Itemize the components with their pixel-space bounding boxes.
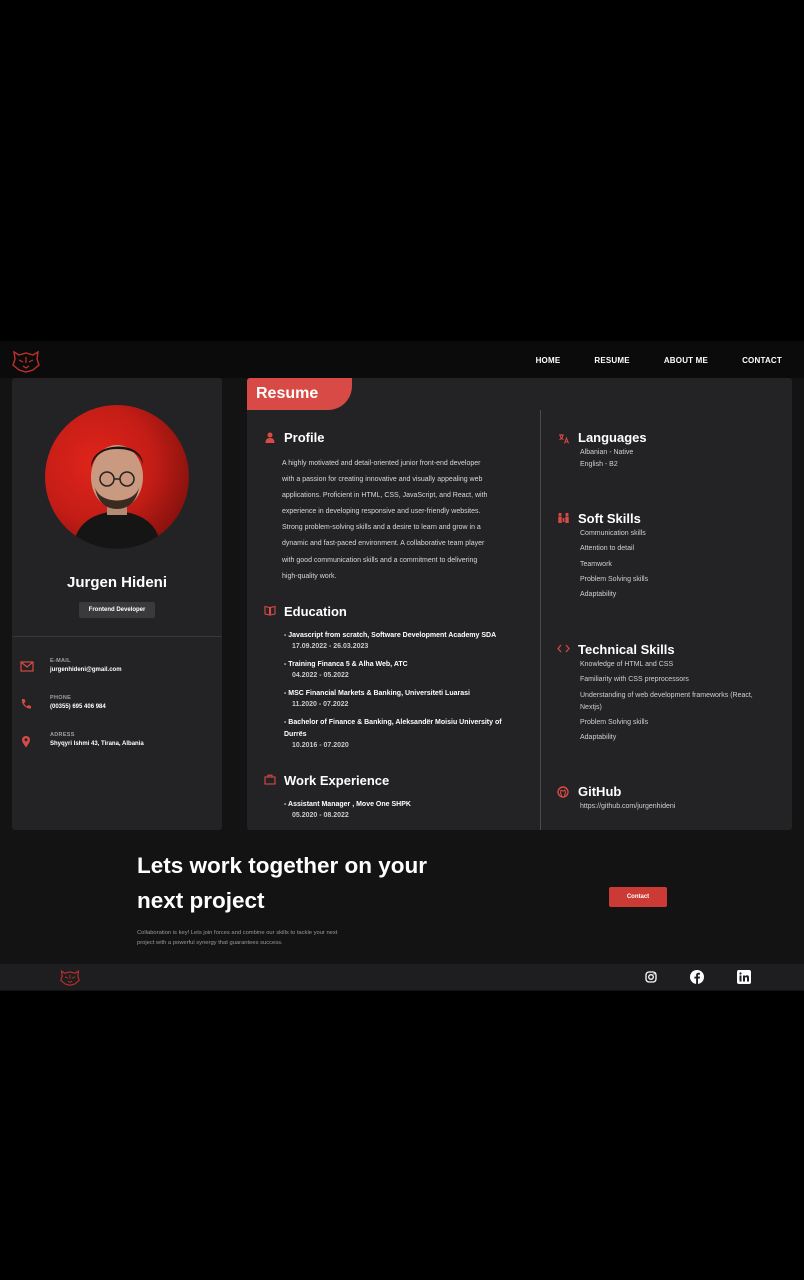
education-item: - Javascript from scratch, Software Deve… <box>284 632 497 639</box>
profile-text: A highly motivated and detail-oriented j… <box>282 456 512 585</box>
profile-line: experience in developing responsive and … <box>282 508 481 516</box>
profile-line: with good communication skills and a com… <box>282 556 478 564</box>
contact-email[interactable]: E-MAIL jurgenhideni@gmail.com <box>20 658 220 678</box>
main-nav: HOME RESUME ABOUT ME CONTACT <box>536 356 782 365</box>
education-date: 10.2016 - 07.2020 <box>292 742 349 749</box>
profile-line: Strong problem-solving skills and a desi… <box>282 524 481 532</box>
soft-skills-title: Soft Skills <box>578 511 641 526</box>
phone-value: (00355) 695 406 984 <box>50 704 106 710</box>
team-icon <box>558 512 569 523</box>
work-date: 05.2020 - 08.2022 <box>292 812 349 819</box>
profile-line: applications. Proficient in HTML, CSS, J… <box>282 492 488 500</box>
location-icon <box>22 736 30 748</box>
soft-skill-item: Adaptability <box>580 591 617 598</box>
education-item: - Bachelor of Finance & Banking, Aleksan… <box>284 719 502 726</box>
contact-phone[interactable]: PHONE (00355) 695 406 984 <box>20 695 220 715</box>
languages-title: Languages <box>578 430 647 445</box>
technical-skill-item: Knowledge of HTML and CSS <box>580 661 674 668</box>
github-link[interactable]: https://github.com/jurgenhideni <box>580 803 675 810</box>
technical-skill-item: Understanding of web development framewo… <box>580 692 753 699</box>
person-photo-icon <box>73 445 161 549</box>
nav-about-me[interactable]: ABOUT ME <box>664 356 708 365</box>
footer <box>0 964 804 990</box>
technical-skill-item: Problem Solving skills <box>580 719 649 726</box>
linkedin-icon[interactable] <box>736 969 752 985</box>
sidebar-divider <box>12 636 222 637</box>
soft-skill-item: Problem Solving skills <box>580 576 649 583</box>
translate-icon <box>559 434 569 444</box>
technical-skill-item-continuation: Nextjs) <box>580 704 602 711</box>
nav-contact[interactable]: CONTACT <box>742 356 782 365</box>
avatar <box>45 405 189 549</box>
code-icon <box>557 644 570 653</box>
work-item: - Assistant Manager , Move One SHPK <box>284 801 411 808</box>
language-item: Albanian - Native <box>580 449 634 456</box>
education-item: - Training Financa 5 & Alha Web, ATC <box>284 661 408 668</box>
cta-title-line: Lets work together on your <box>137 853 428 878</box>
github-icon[interactable] <box>557 786 569 798</box>
education-title: Education <box>284 604 347 619</box>
profile-line: A highly motivated and detail-oriented j… <box>282 460 481 467</box>
top-navbar: HOME RESUME ABOUT ME CONTACT <box>0 341 804 378</box>
phone-label: PHONE <box>50 695 72 701</box>
email-value: jurgenhideni@gmail.com <box>50 667 122 673</box>
profile-line: high-quality work. <box>282 572 337 580</box>
technical-skill-item: Adaptability <box>580 734 617 741</box>
cta-description-line: project with a powerful synergy that gua… <box>137 940 283 946</box>
cta-description-line: Collaboration is key! Lets join forces a… <box>137 930 338 936</box>
profile-line: with a passion for creating innovative a… <box>282 476 483 484</box>
resume-card: Resume Profile A highly motivated and de… <box>247 378 792 830</box>
cta-title: Lets work together on your next project <box>137 848 497 918</box>
profile-name: Jurgen Hideni <box>66 574 167 591</box>
language-item: English - B2 <box>580 461 618 468</box>
technical-skill-item: Familiarity with CSS preprocessors <box>580 676 689 683</box>
github-title: GitHub <box>578 784 622 799</box>
education-date: 17.09.2022 - 26.03.2023 <box>292 643 369 650</box>
nav-home[interactable]: HOME <box>536 356 561 365</box>
mail-icon <box>20 661 34 672</box>
profile-title: Profile <box>284 430 325 445</box>
tiger-logo-icon[interactable] <box>10 349 42 373</box>
address-label: ADRESS <box>50 732 75 738</box>
resume-tab: Resume <box>247 378 352 410</box>
contact-button[interactable]: Contact <box>609 887 667 907</box>
soft-skill-item: Attention to detail <box>580 545 635 552</box>
soft-skill-item: Communication skills <box>580 530 646 537</box>
website: HOME RESUME ABOUT ME CONTACT Jurgen Hide… <box>0 341 804 991</box>
tiger-logo-icon[interactable] <box>58 969 82 986</box>
book-icon <box>264 605 276 616</box>
profile-line: dynamic and fast-paced environment. A co… <box>282 540 485 548</box>
nav-resume[interactable]: RESUME <box>594 356 629 365</box>
cta-description: Collaboration is key! Lets join forces a… <box>137 928 377 948</box>
address-value: Shyqyri Ishmi 43, Tirana, Albania <box>50 741 144 747</box>
instagram-icon[interactable] <box>643 969 659 985</box>
phone-icon <box>21 699 31 709</box>
soft-skill-item: Teamwork <box>580 561 612 568</box>
profile-sidebar-card: Jurgen Hideni Frontend Developer E-MAIL … <box>12 378 222 830</box>
email-label: E-MAIL <box>50 658 71 664</box>
technical-skills-title: Technical Skills <box>578 642 675 657</box>
work-title: Work Experience <box>284 773 390 788</box>
role-badge: Frontend Developer <box>79 602 155 618</box>
resume-column-divider <box>540 410 541 830</box>
contact-address[interactable]: ADRESS Shyqyri Ishmi 43, Tirana, Albania <box>20 732 220 752</box>
education-date: 11.2020 - 07.2022 <box>292 701 349 708</box>
person-icon <box>265 432 275 443</box>
education-item-continuation: Durrës <box>284 731 307 738</box>
cta-title-line: next project <box>137 888 265 913</box>
briefcase-icon <box>264 774 276 785</box>
facebook-icon[interactable] <box>689 969 705 985</box>
education-date: 04.2022 - 05.2022 <box>292 672 349 679</box>
education-item: - MSC Financial Markets & Banking, Unive… <box>284 690 470 697</box>
